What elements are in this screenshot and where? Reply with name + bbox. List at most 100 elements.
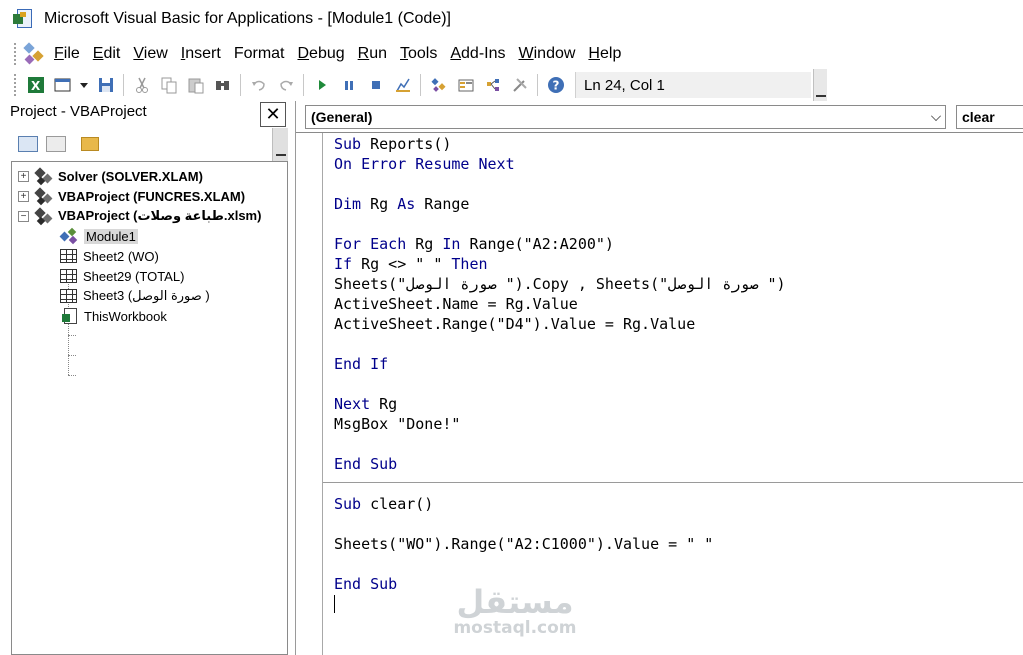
menu-accelerator: D [297,44,310,62]
break-icon[interactable] [337,74,360,97]
menu-label: indow [533,44,576,62]
toolbox-icon[interactable] [508,74,531,97]
properties-window-icon[interactable] [454,74,477,97]
toolbar-overflow-button[interactable] [813,69,827,101]
redo-icon[interactable] [274,74,297,97]
menubar-grip[interactable] [14,42,18,65]
project-tree: + Solver (SOLVER.XLAM) + VBAProject (FUNCRE… [11,161,288,655]
code-text: Range("A2:A200") [460,235,614,253]
code-keyword: In [442,235,461,253]
copy-icon[interactable] [157,74,180,97]
project-explorer-header: Project - VBAProject ✕ [0,101,289,128]
menu-item-5[interactable]: Debug [293,45,353,63]
save-icon[interactable] [94,74,117,97]
run-icon[interactable] [310,74,333,97]
expander-icon[interactable]: + [18,190,29,202]
code-editor[interactable]: Sub Reports() On Error Resume Next Dim Rg… [296,132,1023,655]
project-item-node[interactable]: Sheet3 (صورة الوصل ) [60,286,210,306]
watermark: مستقل mostaql.com [450,585,580,637]
view-code-icon[interactable] [18,136,38,152]
menu-item-2[interactable]: View [129,45,176,63]
menu-item-9[interactable]: Window [515,45,585,63]
expander-icon[interactable]: + [18,170,29,182]
vba-project-icon [34,167,53,186]
menu-label: elp [599,44,622,62]
cut-icon[interactable] [130,74,153,97]
title-bar: Microsoft Visual Basic for Applications … [0,0,1023,38]
vba-app-icon [13,8,35,30]
code-keyword: Sub [334,135,362,153]
help-icon[interactable]: ? [544,74,567,97]
paste-icon[interactable] [184,74,207,97]
undo-icon[interactable] [247,74,270,97]
code-keyword: As [397,195,416,213]
menu-accelerator: E [92,44,104,62]
menu-item-3[interactable]: Insert [177,45,230,63]
menu-item-10[interactable]: Help [584,45,630,63]
object-combobox-value: (General) [311,109,373,125]
insert-userform-icon[interactable] [51,74,74,97]
view-object-icon[interactable] [46,136,66,152]
code-line: Sub clear() [334,494,786,514]
project-item-label: Module1 [84,228,138,244]
watermark-latin: mostaql.com [453,618,577,638]
menu-label: ile [63,44,80,62]
worksheet-icon [60,289,77,303]
object-combobox[interactable]: (General) [305,105,946,129]
menu-label: ools [408,44,438,62]
close-icon[interactable]: ✕ [260,102,286,127]
find-icon[interactable] [211,74,234,97]
code-line: End Sub [334,454,786,474]
svg-text:?: ? [552,79,559,93]
menu-item-6[interactable]: Run [354,45,396,63]
menu-item-1[interactable]: Edit [89,45,130,63]
expander-icon[interactable]: − [18,210,29,222]
project-item-node[interactable]: Sheet29 (TOTAL) [60,266,184,286]
toolbar-grip[interactable] [14,74,18,96]
pane-overflow-button[interactable] [272,128,288,161]
menu-accelerator: A [450,44,462,62]
code-text: Range [415,195,470,213]
vba-system-menu-icon[interactable] [22,41,46,66]
margin-indicator-bar[interactable] [296,133,323,655]
svg-text:X: X [31,79,41,93]
design-mode-icon[interactable] [391,74,414,97]
project-item-node[interactable]: Sheet2 (WO) [60,246,159,266]
insert-dropdown-icon[interactable] [78,74,90,97]
project-node[interactable]: + VBAProject (FUNCRES.XLAM) [18,186,245,206]
code-line: End If [334,354,786,374]
project-explorer-icon[interactable] [427,74,450,97]
menu-accelerator: V [133,44,144,62]
object-browser-icon[interactable] [481,74,504,97]
project-item-node[interactable]: ThisWorkbook [60,306,167,326]
code-text: Sheets("WO").Range("A2:C1000").Value = "… [334,535,714,553]
procedure-combobox[interactable]: clear [956,105,1023,129]
menu-item-0[interactable]: File [50,45,89,63]
menu-label: Format [233,44,285,62]
code-keyword: Next [334,395,371,413]
worksheet-icon [60,249,77,263]
toggle-folders-icon[interactable] [81,137,99,151]
menu-item-7[interactable]: Tools [396,45,446,63]
window-title: Microsoft Visual Basic for Applications … [44,10,451,27]
code-text: Rg <> " " [352,255,452,273]
project-item-label: Sheet29 (TOTAL) [83,268,185,284]
menu-item-4[interactable]: Format [230,45,294,63]
project-node[interactable]: − VBAProject (طباعة وصلات.xlsm) [18,206,261,226]
view-excel-icon[interactable]: X [24,74,47,97]
project-node[interactable]: + Solver (SOLVER.XLAM) [18,166,203,186]
code-lines[interactable]: Sub Reports() On Error Resume Next Dim Rg… [334,134,786,594]
project-node-label: Solver (SOLVER.XLAM) [58,168,203,184]
reset-icon[interactable] [364,74,387,97]
code-keyword: End If [334,355,389,373]
menu-item-8[interactable]: Add-Ins [446,45,514,63]
code-line: Sheets("صورة الوصل ").Copy , Sheets("صور… [334,274,786,294]
menu-label: nsert [185,44,221,62]
chevron-down-icon[interactable] [931,111,941,121]
procedure-combobox-value: clear [962,109,995,125]
project-item-node[interactable]: Module1 [59,226,138,246]
workbook-icon [60,308,78,324]
